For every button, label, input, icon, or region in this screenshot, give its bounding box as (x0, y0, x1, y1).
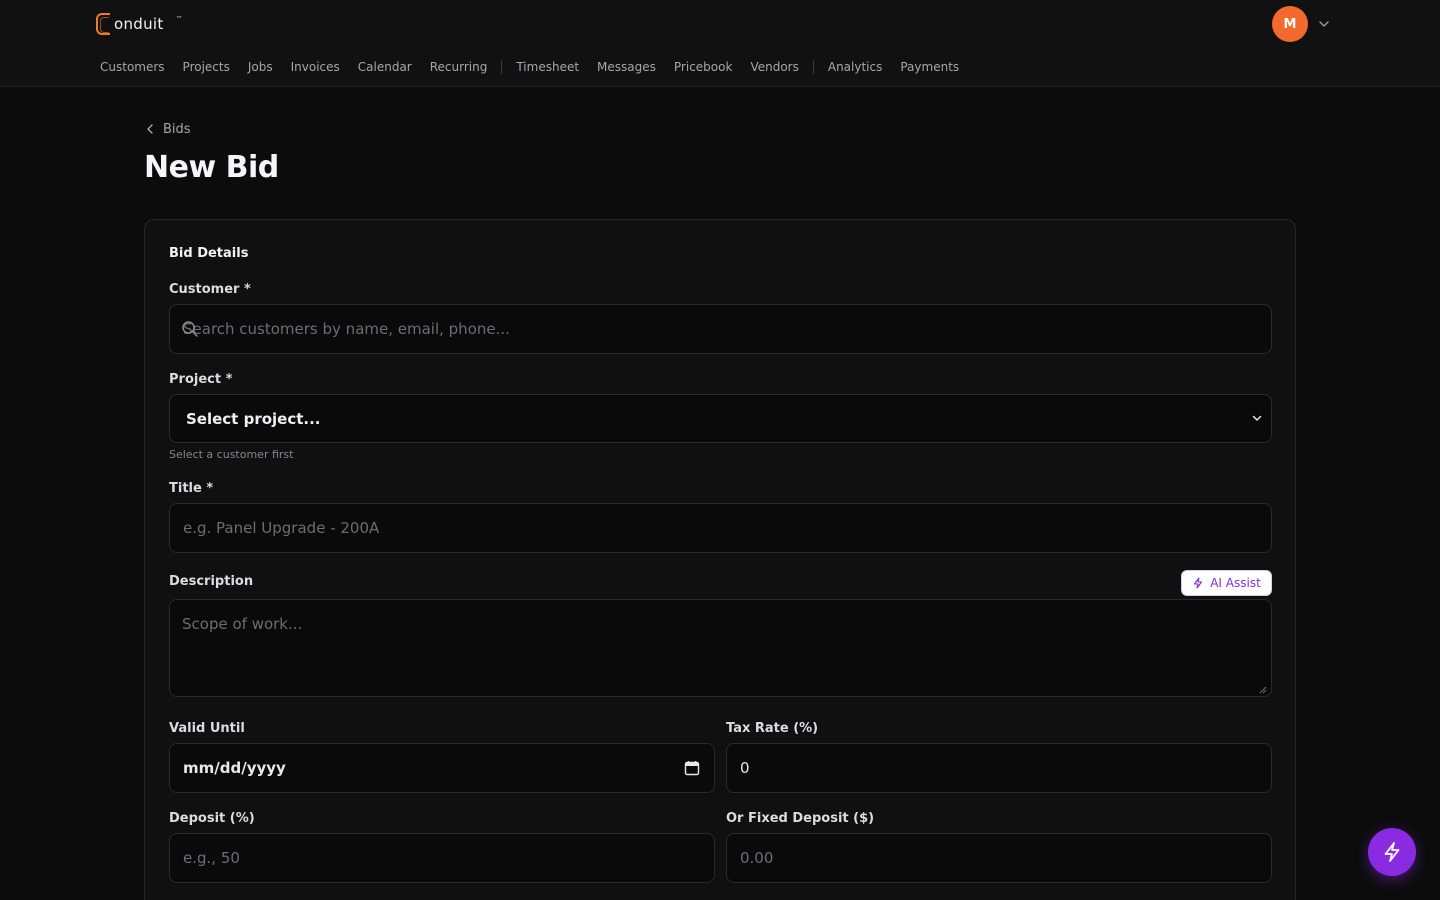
nav-item-messages[interactable]: Messages (597, 60, 656, 74)
valid-until-date-input[interactable]: mm/dd/yyyy (169, 743, 715, 793)
nav-divider (812, 60, 814, 74)
deposit-percent-input[interactable] (169, 833, 715, 883)
quick-action-button[interactable] (1368, 828, 1416, 876)
app-logo[interactable]: onduit ™ (96, 12, 183, 36)
title-label: Title * (169, 481, 214, 496)
nav-item-timesheet[interactable]: Timesheet (516, 60, 579, 74)
fixed-deposit-input[interactable] (726, 833, 1272, 883)
nav-item-recurring[interactable]: Recurring (430, 60, 488, 74)
project-select-value: Select project... (186, 409, 321, 428)
section-title: Bid Details (169, 246, 249, 261)
nav-item-payments[interactable]: Payments (900, 60, 959, 74)
user-avatar[interactable]: M (1272, 6, 1308, 42)
calendar-icon[interactable] (684, 760, 700, 776)
chevron-down-icon (1252, 415, 1262, 421)
customer-search-input[interactable] (169, 304, 1272, 354)
title-input[interactable] (169, 503, 1272, 553)
resize-handle-icon[interactable] (1259, 686, 1267, 694)
breadcrumb-back-link[interactable]: Bids (145, 120, 191, 138)
nav-item-analytics[interactable]: Analytics (828, 60, 883, 74)
project-hint: Select a customer first (169, 448, 294, 461)
ai-assist-button[interactable]: AI Assist (1181, 570, 1272, 596)
nav-item-pricebook[interactable]: Pricebook (674, 60, 733, 74)
page-title: New Bid (144, 150, 279, 185)
lightning-icon (1194, 577, 1203, 589)
trademark-mark: ™ (175, 15, 183, 23)
tax-rate-input[interactable] (726, 743, 1272, 793)
main-nav: Customers Projects Jobs Invoices Calenda… (100, 58, 977, 76)
project-select[interactable]: Select project... (169, 394, 1272, 443)
deposit-percent-label: Deposit (%) (169, 811, 255, 826)
conduit-c-logo-icon (96, 13, 110, 35)
bid-details-card: Bid Details Customer * Project * Select … (144, 219, 1296, 900)
project-label: Project * (169, 372, 233, 387)
nav-divider (501, 60, 503, 74)
nav-item-vendors[interactable]: Vendors (750, 60, 798, 74)
logo-text: onduit (114, 15, 164, 33)
search-icon (182, 321, 198, 337)
customer-label: Customer * (169, 282, 251, 297)
lightning-icon (1384, 842, 1400, 862)
top-bar: onduit ™ M Customers Projects Jobs Invoi… (0, 0, 1440, 87)
chevron-left-icon (147, 124, 153, 134)
valid-until-label: Valid Until (169, 721, 245, 736)
description-textarea[interactable] (169, 599, 1272, 697)
nav-item-calendar[interactable]: Calendar (358, 60, 412, 74)
description-label: Description (169, 574, 254, 589)
nav-item-projects[interactable]: Projects (183, 60, 230, 74)
ai-assist-label: AI Assist (1210, 576, 1261, 590)
nav-item-jobs[interactable]: Jobs (248, 60, 273, 74)
fixed-deposit-label: Or Fixed Deposit ($) (726, 811, 875, 826)
nav-item-customers[interactable]: Customers (100, 60, 165, 74)
chevron-down-icon[interactable] (1317, 17, 1331, 31)
tax-rate-label: Tax Rate (%) (726, 721, 819, 736)
valid-until-value: mm/dd/yyyy (183, 759, 286, 777)
nav-item-invoices[interactable]: Invoices (291, 60, 340, 74)
avatar-initial: M (1283, 16, 1297, 32)
breadcrumb-label: Bids (163, 121, 191, 137)
